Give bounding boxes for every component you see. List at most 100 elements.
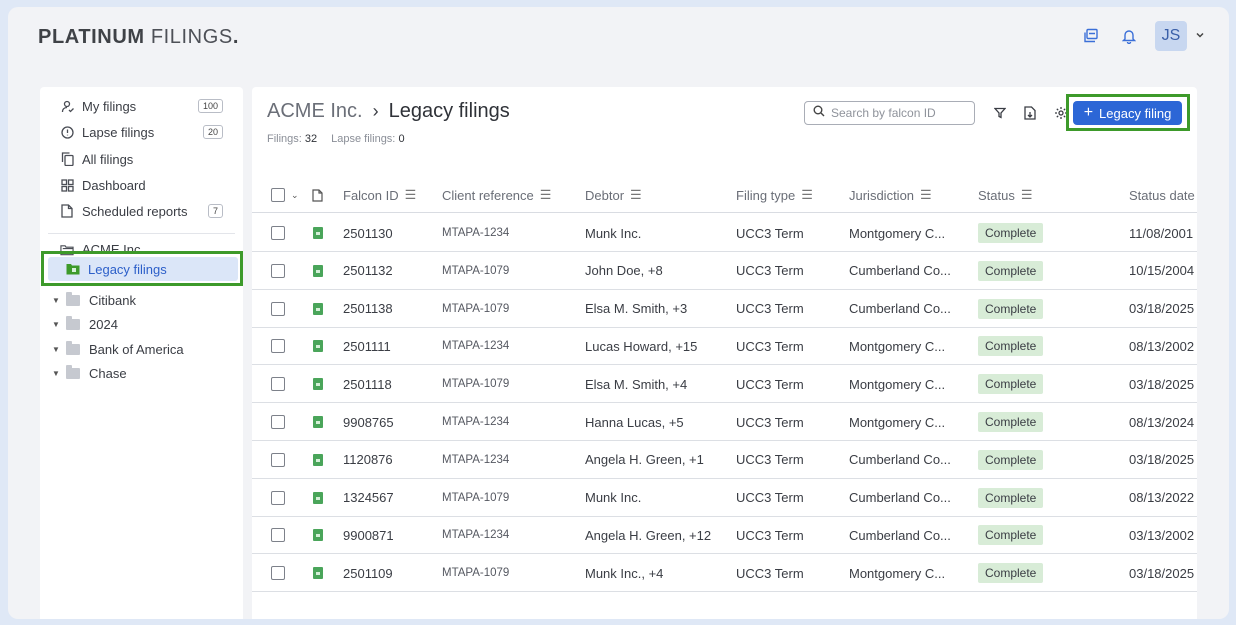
table-row[interactable]: 1120876 MTAPA-1234 Angela H. Green, +1 UCC3…: [252, 441, 1197, 479]
select-all[interactable]: ⌄: [271, 177, 299, 213]
add-legacy-filing-button[interactable]: + Legacy filing: [1073, 101, 1182, 125]
document-icon[interactable]: [313, 416, 323, 428]
row-checkbox[interactable]: [271, 490, 285, 505]
tree-folder-2024[interactable]: ▼ 2024: [52, 314, 118, 334]
document-icon[interactable]: [313, 340, 323, 353]
debtor-cell: Angela H. Green, +1: [585, 441, 704, 479]
falcon-id-cell: 2501132: [343, 252, 393, 290]
client-reference-cell: MTAPA-1234: [442, 214, 509, 252]
row-checkbox[interactable]: [271, 301, 285, 316]
sidebar-item-all-filings[interactable]: All filings: [60, 148, 223, 170]
row-checkbox[interactable]: [271, 263, 285, 278]
table-row[interactable]: 2501111 MTAPA-1234 Lucas Howard, +15 UCC3 T…: [252, 327, 1197, 366]
row-checkbox[interactable]: [271, 566, 285, 581]
document-icon[interactable]: [313, 302, 323, 315]
column-header-status[interactable]: Status ☰: [978, 177, 1033, 213]
table-row[interactable]: 9908765 MTAPA-1234 Hanna Lucas, +5 UCC3 Ter…: [252, 403, 1197, 441]
avatar[interactable]: JS: [1155, 21, 1187, 51]
table-row[interactable]: 2501138 MTAPA-1079 Elsa M. Smith, +3 UCC3 T…: [252, 290, 1197, 328]
client-reference-cell: MTAPA-1234: [442, 516, 509, 554]
table-row[interactable]: 2501109 MTAPA-1079 Munk Inc., +4 UCC3 Term M…: [252, 554, 1197, 593]
doc-cell: [313, 214, 323, 252]
sort-filter-icon[interactable]: ☰: [405, 187, 417, 203]
status-date-cell: 08/13/2024: [1129, 403, 1194, 441]
status-date-cell: 10/15/2004: [1129, 252, 1194, 290]
caret-down-icon[interactable]: ▼: [52, 296, 66, 305]
sort-filter-icon[interactable]: ☰: [630, 187, 642, 203]
document-icon[interactable]: [313, 567, 323, 580]
cell-text: Munk Inc.: [585, 225, 642, 241]
row-checkbox[interactable]: [271, 377, 285, 392]
sidebar-item-my-filings[interactable]: My filings 100: [60, 95, 223, 117]
breadcrumb-parent[interactable]: ACME Inc.: [267, 100, 363, 123]
windows-icon[interactable]: [1079, 24, 1103, 48]
cell-text: 03/18/2025: [1129, 452, 1195, 468]
sidebar-item-label: All filings: [82, 151, 134, 167]
row-checkbox-cell: [271, 516, 285, 554]
cell-text: UCC3 Term: [736, 225, 804, 241]
tree-folder-bank-of-america[interactable]: ▼ Bank of America: [52, 339, 184, 359]
row-checkbox[interactable]: [271, 452, 285, 467]
column-header-filing-type[interactable]: Filing type ☰: [736, 177, 813, 213]
status-badge: Complete: [978, 525, 1044, 546]
sidebar-item-dashboard[interactable]: Dashboard: [60, 174, 223, 196]
sort-filter-icon[interactable]: ☰: [920, 187, 932, 203]
sidebar-item-lapse-filings[interactable]: Lapse filings 20: [60, 121, 223, 143]
table-row[interactable]: 2501118 MTAPA-1079 Elsa M. Smith, +4 UCC3 T…: [252, 365, 1197, 404]
document-icon[interactable]: [313, 491, 323, 504]
column-header-status-date[interactable]: Status date: [1129, 177, 1195, 213]
row-checkbox[interactable]: [271, 339, 285, 354]
cell-text: MTAPA-1234: [442, 416, 510, 428]
cell-text: UCC3 Term: [736, 452, 804, 468]
status-cell: Complete: [978, 554, 1044, 592]
document-icon[interactable]: [313, 227, 323, 239]
folder-label: 2024: [89, 316, 118, 332]
bell-icon[interactable]: [1117, 24, 1141, 48]
document-icon[interactable]: [313, 529, 323, 542]
folder-label: Bank of America: [89, 341, 184, 357]
document-icon[interactable]: [313, 264, 323, 277]
tree-folder-citibank[interactable]: ▼ Citibank: [52, 290, 136, 310]
search-box[interactable]: [804, 101, 975, 125]
table-row[interactable]: 1324567 MTAPA-1079 Munk Inc. UCC3 Term Cumbe…: [252, 479, 1197, 517]
jurisdiction-cell: Montgomery C...: [849, 365, 945, 403]
sort-filter-icon[interactable]: ☰: [540, 187, 552, 203]
status-badge: Complete: [978, 563, 1044, 584]
cell-text: MTAPA-1079: [442, 302, 510, 315]
debtor-cell: Munk Inc., +4: [585, 554, 663, 592]
sort-filter-icon[interactable]: ☰: [801, 187, 813, 203]
chevron-down-icon[interactable]: [1195, 27, 1205, 45]
chevron-down-icon[interactable]: ⌄: [291, 190, 299, 201]
cell-text: 03/18/2025: [1129, 565, 1195, 581]
column-header-debtor[interactable]: Debtor ☰: [585, 177, 642, 213]
sort-filter-icon[interactable]: ☰: [1021, 187, 1033, 203]
row-checkbox[interactable]: [271, 528, 285, 543]
sidebar-item-scheduled-reports[interactable]: Scheduled reports 7: [60, 200, 223, 222]
falcon-id-cell: 9900871: [343, 516, 394, 554]
document-icon[interactable]: [313, 453, 323, 466]
count-badge: 100: [197, 99, 223, 113]
column-header-falcon-id[interactable]: Falcon ID ☰: [343, 177, 416, 213]
filing-type-cell: UCC3 Term: [736, 214, 804, 252]
export-icon[interactable]: [1018, 101, 1042, 125]
select-all-checkbox[interactable]: [271, 188, 285, 202]
cell-text: 03/18/2025: [1129, 376, 1195, 392]
caret-down-icon[interactable]: ▼: [52, 320, 66, 329]
caret-down-icon[interactable]: ▼: [52, 345, 66, 354]
tree-folder-chase[interactable]: ▼ Chase: [52, 363, 127, 383]
table-row[interactable]: 2501130 MTAPA-1234 Munk Inc. UCC3 Term Montg…: [252, 214, 1197, 252]
cell-text: UCC3 Term: [736, 527, 804, 543]
falcon-id-cell: 1120876: [343, 441, 393, 479]
row-checkbox[interactable]: [271, 415, 285, 429]
column-header-client-reference[interactable]: Client reference ☰: [442, 177, 551, 213]
filter-icon[interactable]: [988, 101, 1012, 125]
search-input[interactable]: [831, 106, 966, 120]
table-row[interactable]: 9900871 MTAPA-1234 Angela H. Green, +12 UCC…: [252, 516, 1197, 555]
caret-down-icon[interactable]: ▼: [52, 369, 66, 378]
table-row[interactable]: 2501132 MTAPA-1079 John Doe, +8 UCC3 Term Cu…: [252, 252, 1197, 290]
app-logo[interactable]: PLATINUM FILINGS.: [38, 26, 239, 49]
column-header-jurisdiction[interactable]: Jurisdiction ☰: [849, 177, 932, 213]
document-icon[interactable]: [313, 378, 323, 391]
plus-icon: +: [1083, 104, 1094, 121]
row-checkbox[interactable]: [271, 226, 285, 240]
